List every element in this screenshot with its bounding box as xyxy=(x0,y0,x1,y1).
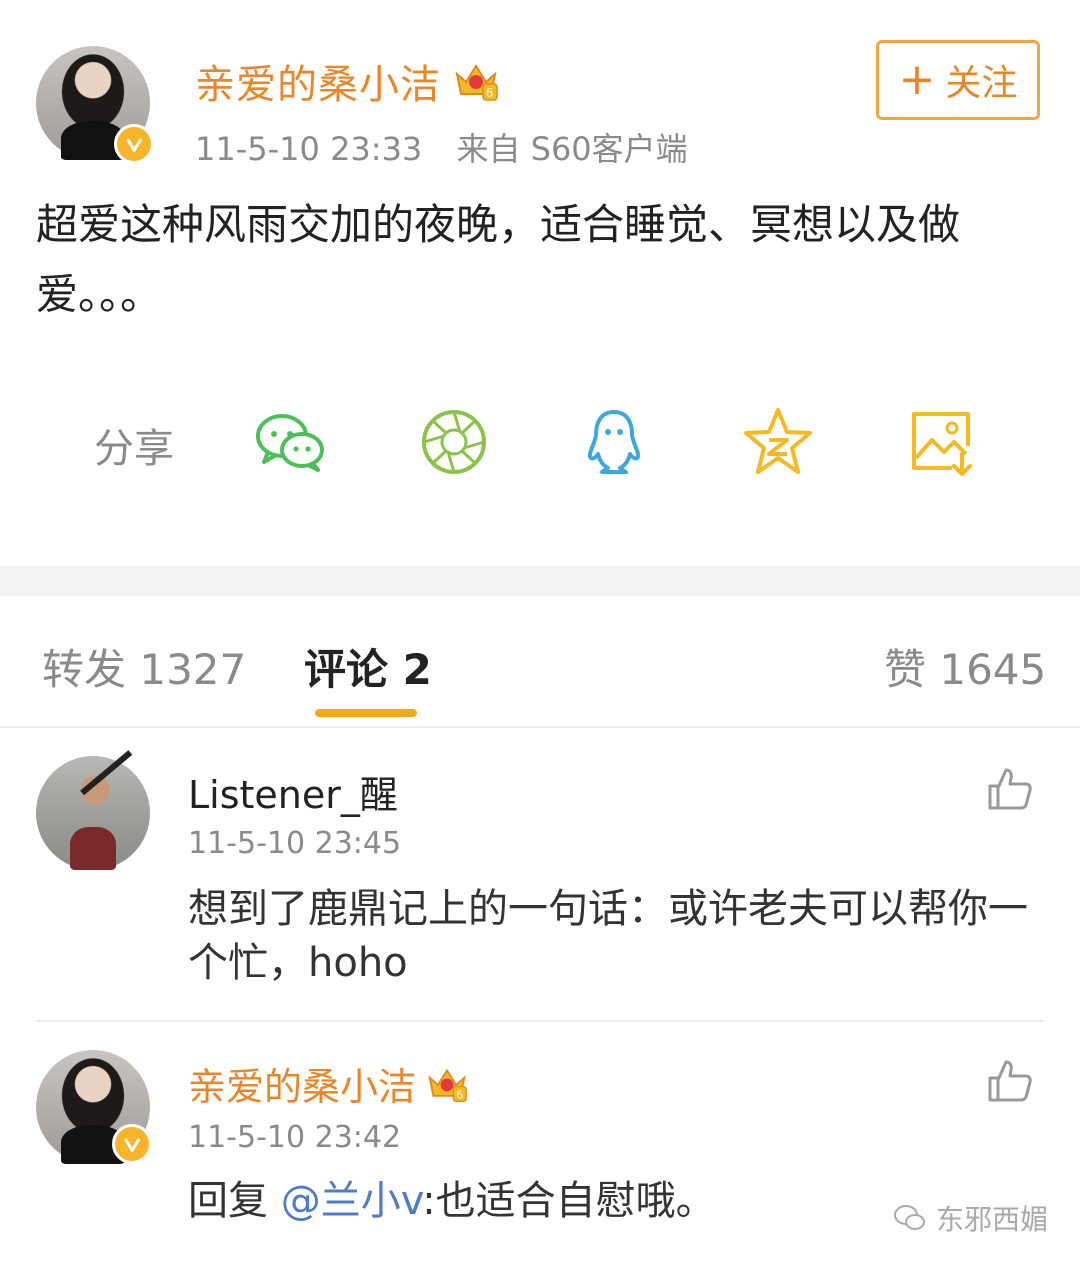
vip-crown-icon: 6 xyxy=(428,1068,467,1102)
qq-icon[interactable] xyxy=(574,402,654,482)
wechat-icon[interactable] xyxy=(250,402,330,482)
comment-time: 11-5-10 23:45 xyxy=(188,826,402,861)
vip-level: 6 xyxy=(486,86,495,100)
wechat-watermark-icon xyxy=(894,1205,925,1230)
comment-time: 11-5-10 23:42 xyxy=(188,1120,402,1155)
qzone-icon[interactable] xyxy=(738,402,818,482)
comment-username-row[interactable]: 亲爱的桑小洁 6 xyxy=(188,1056,468,1111)
follow-button[interactable]: + 关注 xyxy=(876,40,1040,120)
reply-body: :也适合自慰哦。 xyxy=(422,1178,716,1224)
post-time: 11-5-10 23:33 xyxy=(195,130,423,168)
mention-link[interactable]: @兰小v xyxy=(281,1178,422,1224)
thumbs-up-icon[interactable] xyxy=(984,1056,1034,1106)
comment-divider xyxy=(36,1020,1044,1022)
author-name-row[interactable]: 亲爱的桑小洁 6 xyxy=(195,52,499,110)
reply-prefix: 回复 xyxy=(188,1178,281,1224)
watermark-text: 东邪西媚 xyxy=(936,1203,1049,1236)
commenter-avatar[interactable] xyxy=(36,750,150,870)
vip-crown-icon: 6 xyxy=(455,64,498,101)
watermark: 东邪西媚 xyxy=(892,1198,1048,1238)
tab-likes[interactable]: 赞 1645 xyxy=(884,636,1046,697)
post-body: 超爱这种风雨交加的夜晚，适合睡觉、冥想以及做爱。。。 xyxy=(36,200,961,319)
avatar-object xyxy=(79,750,132,796)
tabs-divider xyxy=(0,726,1080,728)
author-avatar[interactable] xyxy=(36,46,154,164)
post-meta: 11-5-10 23:33 来自 S60客户端 xyxy=(195,124,688,170)
active-tab-indicator xyxy=(315,709,417,717)
avatar-figure xyxy=(70,826,116,870)
follow-label: 关注 xyxy=(945,63,1018,104)
section-divider xyxy=(0,566,1080,596)
plus-icon: + xyxy=(898,54,936,105)
post-source: 来自 S60客户端 xyxy=(456,130,688,168)
comment-username[interactable]: Listener_醒 xyxy=(188,764,398,819)
comment-username[interactable]: 亲爱的桑小洁 xyxy=(188,1056,416,1111)
tab-comments[interactable]: 评论 2 xyxy=(304,636,432,697)
tab-repost[interactable]: 转发 1327 xyxy=(42,636,246,697)
comment-text: 想到了鹿鼎记上的一句话：或许老夫可以帮你一个忙，hoho xyxy=(188,886,1028,986)
share-label: 分享 xyxy=(94,426,174,472)
author-name[interactable]: 亲爱的桑小洁 xyxy=(195,52,441,110)
moments-icon[interactable] xyxy=(414,402,494,482)
thumbs-up-icon[interactable] xyxy=(984,764,1034,814)
commenter-avatar[interactable] xyxy=(36,1050,152,1164)
save-image-icon[interactable] xyxy=(902,402,982,482)
verified-badge-icon xyxy=(114,124,154,164)
verified-badge-icon xyxy=(112,1124,152,1164)
vip-level: 6 xyxy=(456,1088,463,1101)
